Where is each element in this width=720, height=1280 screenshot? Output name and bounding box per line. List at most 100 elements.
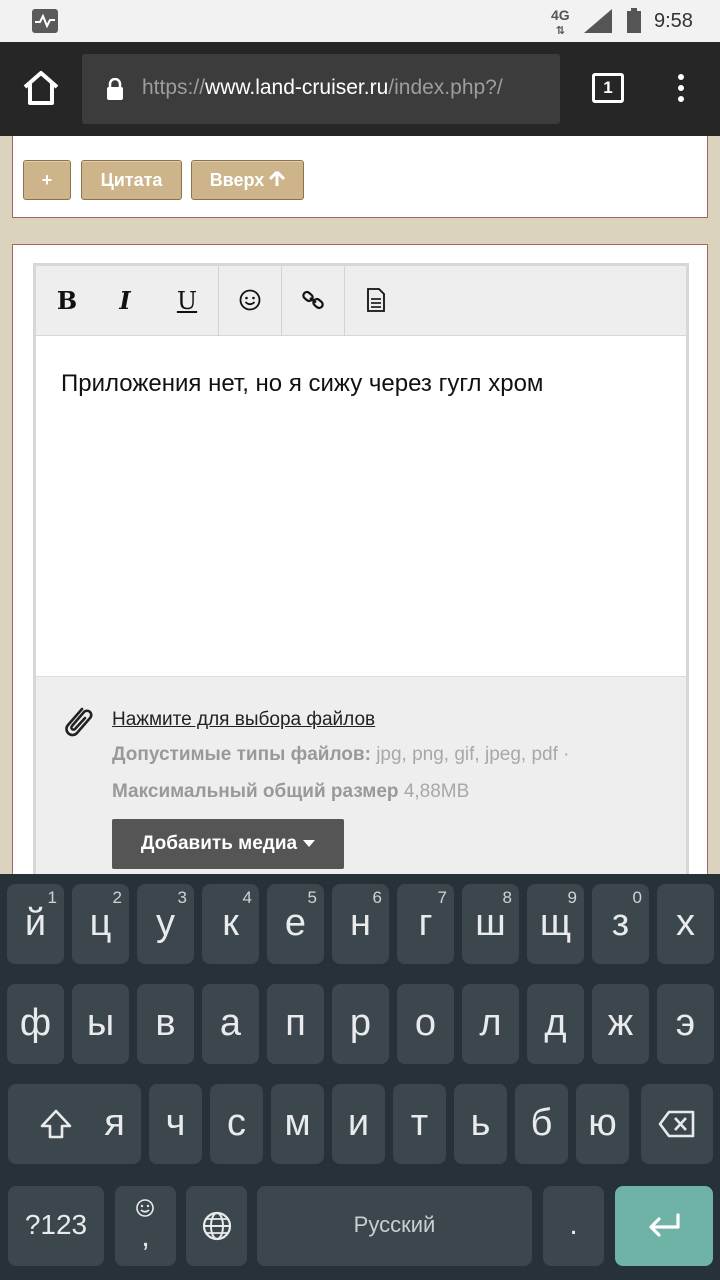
enter-key[interactable] [615,1186,713,1266]
quote-button[interactable]: Цитата [81,160,182,200]
max-size: Максимальный общий размер 4,88MB [112,781,469,803]
browser-toolbar: https://www.land-cruiser.ru/index.php?/ … [0,42,720,136]
key-row1-6[interactable]: г7 [397,884,454,964]
document-icon [367,288,385,312]
key-hint: 1 [47,888,57,907]
key-row2-6[interactable]: о [397,984,454,1064]
key-row1-2[interactable]: у3 [137,884,194,964]
key-row1-0[interactable]: й1 [7,884,64,964]
scroll-up-button[interactable]: Вверх [191,160,304,200]
comma-emoji-key[interactable]: , [115,1186,176,1266]
key-label: ч [165,1102,186,1144]
key-label: ф [19,1002,52,1044]
key-row1-9[interactable]: з0 [592,884,649,964]
key-label: т [410,1102,429,1144]
key-label: и [347,1102,370,1144]
url-host: www.land-cruiser.ru [205,76,389,99]
symbols-key[interactable]: ?123 [8,1186,104,1266]
key-label: ы [86,1002,115,1044]
key-row3-3[interactable]: м [271,1084,324,1164]
scroll-up-label: Вверх [209,170,265,190]
tab-switcher-button[interactable]: 1 [592,73,624,103]
shift-key[interactable] [8,1084,104,1164]
allowed-types-value: jpg, png, gif, jpeg, pdf · [376,744,570,765]
bold-button[interactable]: B [36,266,98,336]
backspace-key[interactable] [641,1084,713,1164]
caret-down-icon [303,840,316,848]
url-scheme: https:// [142,76,206,99]
activity-icon [32,9,58,33]
plus-button[interactable]: + [23,160,71,200]
key-label: б [530,1102,553,1144]
document-button[interactable] [345,266,407,336]
enter-icon [649,1213,680,1237]
key-row2-1[interactable]: ы [72,984,129,1064]
add-media-button[interactable]: Добавить медиа [112,819,344,869]
key-row3-8[interactable]: ю [576,1084,629,1164]
reply-editor-card: B I U Приложения нет, но я сижу через гу… [12,244,708,906]
space-key[interactable]: Русский [257,1186,532,1266]
key-row3-6[interactable]: ь [454,1084,507,1164]
key-row3-7[interactable]: б [515,1084,568,1164]
allowed-types: Допустимые типы файлов: jpg, png, gif, j… [112,744,569,766]
key-row2-9[interactable]: ж [592,984,649,1064]
url-path: /index.php?/ [388,76,503,99]
on-screen-keyboard: й1ц2у3к4е5н6г7ш8щ9з0х фывапролджэ ячсмит… [0,874,720,1280]
rich-text-editor: B I U Приложения нет, но я сижу через гу… [33,263,689,906]
editor-content[interactable]: Приложения нет, но я сижу через гугл хро… [61,370,543,398]
key-hint: 9 [567,888,577,907]
key-row2-4[interactable]: п [267,984,324,1064]
max-size-label: Максимальный общий размер [112,781,399,802]
period-key[interactable]: . [543,1186,604,1266]
key-row1-10[interactable]: х [657,884,714,964]
key-row2-5[interactable]: р [332,984,389,1064]
key-hint: 8 [502,888,512,907]
key-row1-3[interactable]: к4 [202,884,259,964]
key-row2-7[interactable]: л [462,984,519,1064]
link-icon [302,290,324,310]
overflow-menu-icon[interactable] [676,74,686,104]
key-row1-5[interactable]: н6 [332,884,389,964]
language-key[interactable] [186,1186,247,1266]
network-type-label: 4G [551,7,570,23]
quote-button-label: Цитата [100,170,163,190]
address-bar[interactable]: https://www.land-cruiser.ru/index.php?/ [82,54,560,124]
backspace-icon [658,1110,695,1138]
key-row1-1[interactable]: ц2 [72,884,129,964]
key-row3-5[interactable]: т [393,1084,446,1164]
home-icon[interactable] [22,70,60,106]
key-hint: 2 [112,888,122,907]
key-label: м [284,1102,311,1144]
battery-icon [627,8,641,33]
url-text: https://www.land-cruiser.ru/index.php?/ [142,76,503,100]
key-row2-8[interactable]: д [527,984,584,1064]
key-hint: 4 [242,888,252,907]
key-row2-10[interactable]: э [657,984,714,1064]
smiley-icon [239,289,261,311]
allowed-types-label: Допустимые типы файлов: [112,744,371,765]
key-row3-2[interactable]: с [210,1084,263,1164]
key-label: а [219,1002,242,1044]
link-button[interactable] [282,266,344,336]
key-label: ю [588,1102,617,1144]
key-row3-4[interactable]: и [332,1084,385,1164]
key-label: л [479,1002,502,1044]
lock-icon [107,78,123,100]
network-indicator: 4G ⇅ [551,7,570,37]
key-row3-1[interactable]: ч [149,1084,202,1164]
paperclip-icon [65,707,93,737]
choose-files-link[interactable]: Нажмите для выбора файлов [112,709,375,731]
underline-button[interactable]: U [156,266,218,336]
key-row2-2[interactable]: в [137,984,194,1064]
key-row1-4[interactable]: е5 [267,884,324,964]
emoji-button[interactable] [219,266,281,336]
key-label: с [227,1102,246,1144]
key-row2-0[interactable]: ф [7,984,64,1064]
max-size-value: 4,88MB [403,781,470,802]
key-row1-8[interactable]: щ9 [527,884,584,964]
key-hint: 3 [177,888,187,907]
key-hint: 7 [437,888,447,907]
key-row2-3[interactable]: а [202,984,259,1064]
key-row1-7[interactable]: ш8 [462,884,519,964]
italic-button[interactable]: I [94,266,156,336]
